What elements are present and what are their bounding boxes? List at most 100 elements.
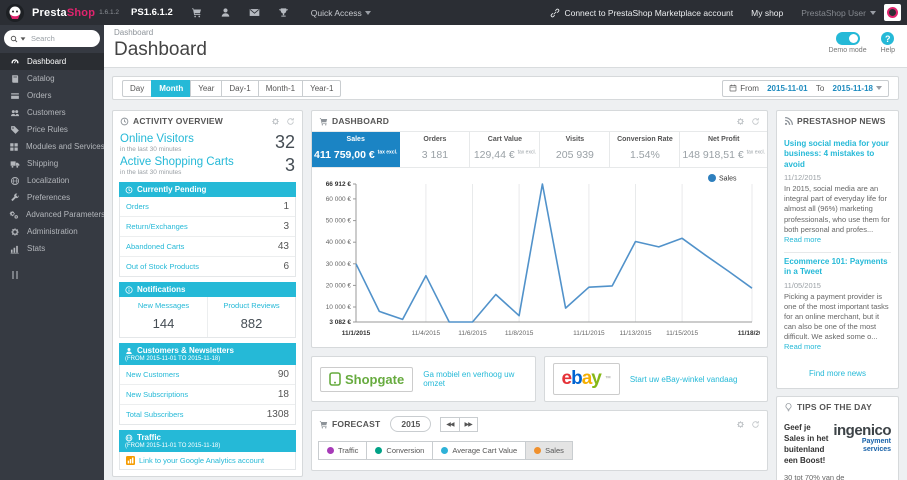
kpi-tile-sales[interactable]: Sales 411 759,00 € tax excl. [312, 132, 401, 167]
kpi-tile-cart-value[interactable]: Cart Value 129,44 € tax excl. [470, 132, 541, 167]
refresh-icon[interactable] [286, 117, 295, 126]
date-range-button[interactable]: From 2015-11-01 To 2015-11-18 [722, 79, 889, 97]
currently-pending-section: Currently Pending Orders 1 Return/Exchange… [119, 182, 296, 277]
news-article-title[interactable]: Ecommerce 101: Payments in a Tweet [784, 257, 891, 278]
search-input[interactable] [31, 34, 89, 43]
trophy-icon[interactable] [278, 7, 289, 18]
forecast-legend-conversion[interactable]: Conversion [366, 441, 434, 460]
notification-link[interactable]: New Messages [122, 301, 205, 310]
help-icon[interactable]: ? [881, 32, 895, 45]
read-more-link[interactable]: Read more [784, 235, 821, 244]
online-visitors-metric[interactable]: Online Visitors in the last 30 minutes 32 [113, 131, 302, 154]
notification-value: 144 [152, 316, 175, 331]
user-avatar[interactable] [884, 4, 901, 21]
svg-text:3 082 €: 3 082 € [329, 319, 351, 326]
shopgate-link[interactable]: Ga mobiel en verhoog uw omzet [423, 370, 526, 388]
sidebar-item-advanced-parameters[interactable]: Advanced Parameters [0, 206, 105, 223]
range-button-month[interactable]: Month [151, 79, 192, 97]
marketplace-link[interactable]: Connect to PrestaShop Marketplace accoun… [550, 8, 733, 18]
gear-icon[interactable] [736, 420, 745, 429]
user-menu[interactable]: PrestaShop User [801, 8, 876, 18]
news-article-title[interactable]: Using social media for your business: 4 … [784, 139, 891, 170]
forecast-legend: Traffic Conversion Average Cart Value Sales [312, 437, 767, 470]
ebay-logo: ebay ™ [552, 363, 620, 395]
ebay-link[interactable]: Start uw eBay-winkel vandaag [630, 375, 738, 384]
dashboard-panel: DASHBOARD Sales 411 759,00 € tax excl. Ord… [311, 110, 768, 348]
envelope-icon[interactable] [249, 7, 260, 18]
refresh-icon[interactable] [751, 117, 760, 126]
prestashop-logo-icon [6, 3, 24, 22]
kpi-value: 3 181 [421, 149, 449, 161]
customers-value: 90 [277, 369, 289, 380]
customers-link[interactable]: New Customers [126, 370, 179, 379]
sidebar-item-customers[interactable]: Customers [0, 104, 104, 121]
legend-dot-icon [327, 447, 334, 454]
kpi-tile-net-profit[interactable]: Net Profit 148 918,51 € tax excl. [680, 132, 767, 167]
forecast-legend-sales[interactable]: Sales [525, 441, 573, 460]
sidebar-item-price-rules[interactable]: Price Rules [0, 121, 104, 138]
customers-link[interactable]: Total Subscribers [126, 410, 184, 419]
kpi-tile-visits[interactable]: Visits 205 939 [540, 132, 611, 167]
sidebar-search[interactable] [4, 30, 100, 47]
sidebar-item-dashboard[interactable]: Dashboard [0, 53, 104, 70]
forecast-legend-traffic[interactable]: Traffic [318, 441, 368, 460]
kpi-label: Visits [565, 136, 585, 143]
range-button-day-1[interactable]: Day-1 [221, 79, 259, 97]
cart-icon[interactable] [191, 7, 202, 18]
forecast-prev-button[interactable]: ◀◀ [440, 416, 460, 432]
active-carts-metric[interactable]: Active Shopping Carts in the last 30 minu… [113, 154, 302, 177]
svg-text:40 000 €: 40 000 € [326, 239, 352, 246]
sidebar-item-modules-and-services[interactable]: Modules and Services [0, 138, 105, 155]
sidebar-item-shipping[interactable]: Shipping [0, 155, 104, 172]
range-button-year-1[interactable]: Year-1 [302, 79, 342, 97]
kpi-tile-conversion-rate[interactable]: Conversion Rate 1.54% [610, 132, 681, 167]
demo-mode-toggle[interactable] [835, 32, 860, 45]
notification-link[interactable]: Product Reviews [210, 301, 293, 310]
gear-icon[interactable] [736, 117, 745, 126]
rss-icon [784, 116, 793, 126]
forecast-legend-average-cart-value[interactable]: Average Cart Value [432, 441, 527, 460]
pending-link[interactable]: Abandoned Carts [126, 242, 184, 251]
chevron-down-icon [876, 86, 882, 90]
range-button-month-1[interactable]: Month-1 [257, 79, 304, 97]
pending-link[interactable]: Orders [126, 202, 149, 211]
chevron-down-icon [870, 10, 876, 15]
sidebar-item-orders[interactable]: Orders [0, 87, 104, 104]
sidebar-item-label: Modules and Services [26, 142, 105, 151]
sidebar-collapse-button[interactable] [12, 271, 104, 279]
gear-icon[interactable] [271, 117, 280, 126]
svg-text:66 912 €: 66 912 € [326, 181, 352, 188]
pending-link[interactable]: Out of Stock Products [126, 262, 199, 271]
quick-access-menu[interactable]: Quick Access [311, 8, 371, 18]
sidebar-item-localization[interactable]: Localization [0, 172, 104, 189]
customer-icon[interactable] [220, 7, 231, 18]
date-filter-panel: Day Month Year Day-1 Month-1 Year-1 From 2015… [112, 76, 899, 100]
range-button-day[interactable]: Day [122, 79, 153, 97]
sidebar-item-administration[interactable]: Administration [0, 223, 104, 240]
sidebar-item-catalog[interactable]: Catalog [0, 70, 104, 87]
kpi-label: Net Profit [707, 136, 740, 143]
sidebar-item-preferences[interactable]: Preferences [0, 189, 104, 206]
forecast-next-button[interactable]: ▶▶ [458, 416, 478, 432]
sidebar-item-label: Shipping [27, 159, 59, 168]
chevron-down-icon [20, 36, 26, 41]
customers-link[interactable]: New Subscriptions [126, 390, 188, 399]
refresh-icon[interactable] [751, 420, 760, 429]
legend-label: Sales [545, 446, 564, 455]
google-analytics-link[interactable]: Link to your Google Analytics account [139, 456, 264, 465]
range-button-year[interactable]: Year [190, 79, 223, 97]
svg-text:60 000 €: 60 000 € [326, 196, 352, 203]
my-shop-link[interactable]: My shop [751, 8, 783, 18]
sidebar-item-label: Customers [27, 108, 66, 117]
prestashop-news-panel: PRESTASHOP NEWS Using social media for y… [776, 110, 899, 390]
read-more-link[interactable]: Read more [784, 342, 821, 351]
news-article: Using social media for your business: 4 … [784, 135, 891, 253]
sidebar-item-stats[interactable]: Stats [0, 240, 104, 257]
pending-link[interactable]: Return/Exchanges [126, 222, 188, 231]
tip-body: 30 tot 70% van de consumenten in Europa … [784, 472, 845, 480]
kpi-tile-orders[interactable]: Orders 3 181 [400, 132, 471, 167]
find-more-news-link[interactable]: Find more news [777, 361, 898, 388]
shopgate-logo: Shopgate [320, 366, 414, 392]
shop-code: PS1.6.1.2 [131, 7, 173, 18]
active-carts-value: 3 [284, 155, 295, 175]
